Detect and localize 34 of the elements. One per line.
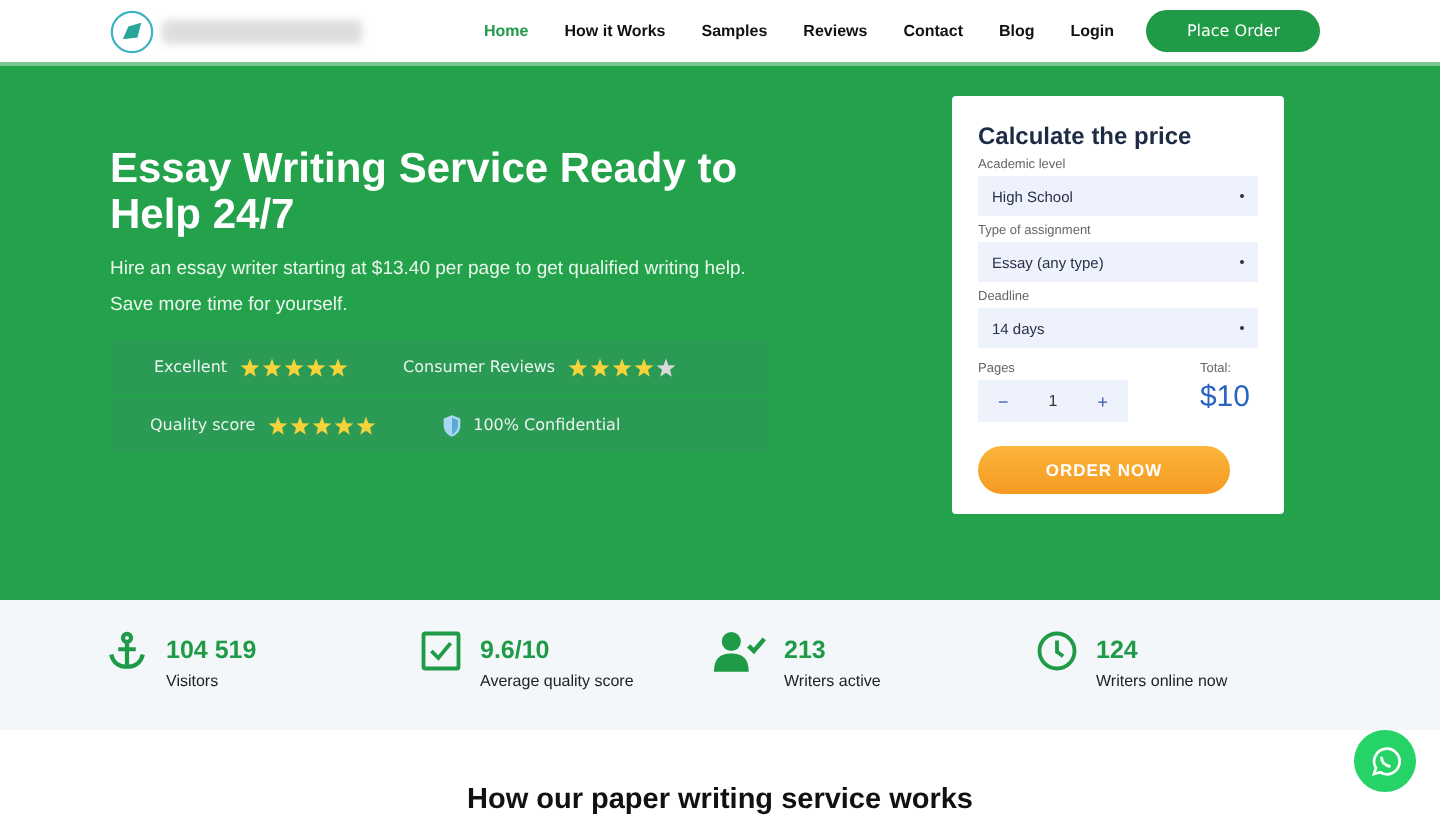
stat-label: Average quality score <box>480 672 634 690</box>
rating-label: Quality score <box>150 416 256 434</box>
stat-label: Writers online now <box>1096 672 1228 690</box>
nav-link[interactable]: Login <box>1052 22 1133 40</box>
confidential-label: 100% Confidential <box>473 416 621 434</box>
total-price: $10 <box>1199 380 1250 414</box>
stat-label: Visitors <box>166 672 221 690</box>
nav-link[interactable]: Home <box>466 22 547 40</box>
pages-stepper[interactable]: − 1 + <box>978 380 1128 422</box>
stat-value: 104 519 <box>166 636 257 664</box>
logo-icon[interactable] <box>110 9 154 53</box>
hero-title: Essay Writing Service Ready to Help 24/7 <box>110 146 740 238</box>
rating-label: Excellent <box>154 358 228 376</box>
rating-label: Consumer Reviews <box>403 358 556 376</box>
nav-link[interactable]: Blog <box>980 22 1053 40</box>
checkbox-icon <box>420 630 462 672</box>
nav-link[interactable]: Samples <box>683 22 786 40</box>
calculator-title: Calculate the price <box>978 122 1194 150</box>
nav-link[interactable]: Contact <box>885 22 981 40</box>
user-check-icon <box>714 630 766 672</box>
stat-value: 213 <box>784 636 828 664</box>
nav-link[interactable]: Reviews <box>785 22 886 40</box>
chat-button[interactable] <box>1354 730 1416 792</box>
clock-icon <box>1036 630 1078 672</box>
section-title: How our paper writing service works <box>464 784 975 816</box>
hero-subtitle: Hire an essay writer starting at $13.40 per page to get qualified writing help. Save more time for yourself. <box>110 256 748 320</box>
anchor-icon <box>106 630 148 672</box>
nav-link[interactable]: How it Works <box>546 22 684 40</box>
shield-icon <box>441 413 462 437</box>
stat-label: Writers active <box>784 672 881 690</box>
place-order-button[interactable]: Place Order <box>1146 10 1320 52</box>
stat-value: 124 <box>1096 636 1140 664</box>
chat-icon <box>1367 743 1403 779</box>
stat-value: 9.6/10 <box>480 636 552 664</box>
